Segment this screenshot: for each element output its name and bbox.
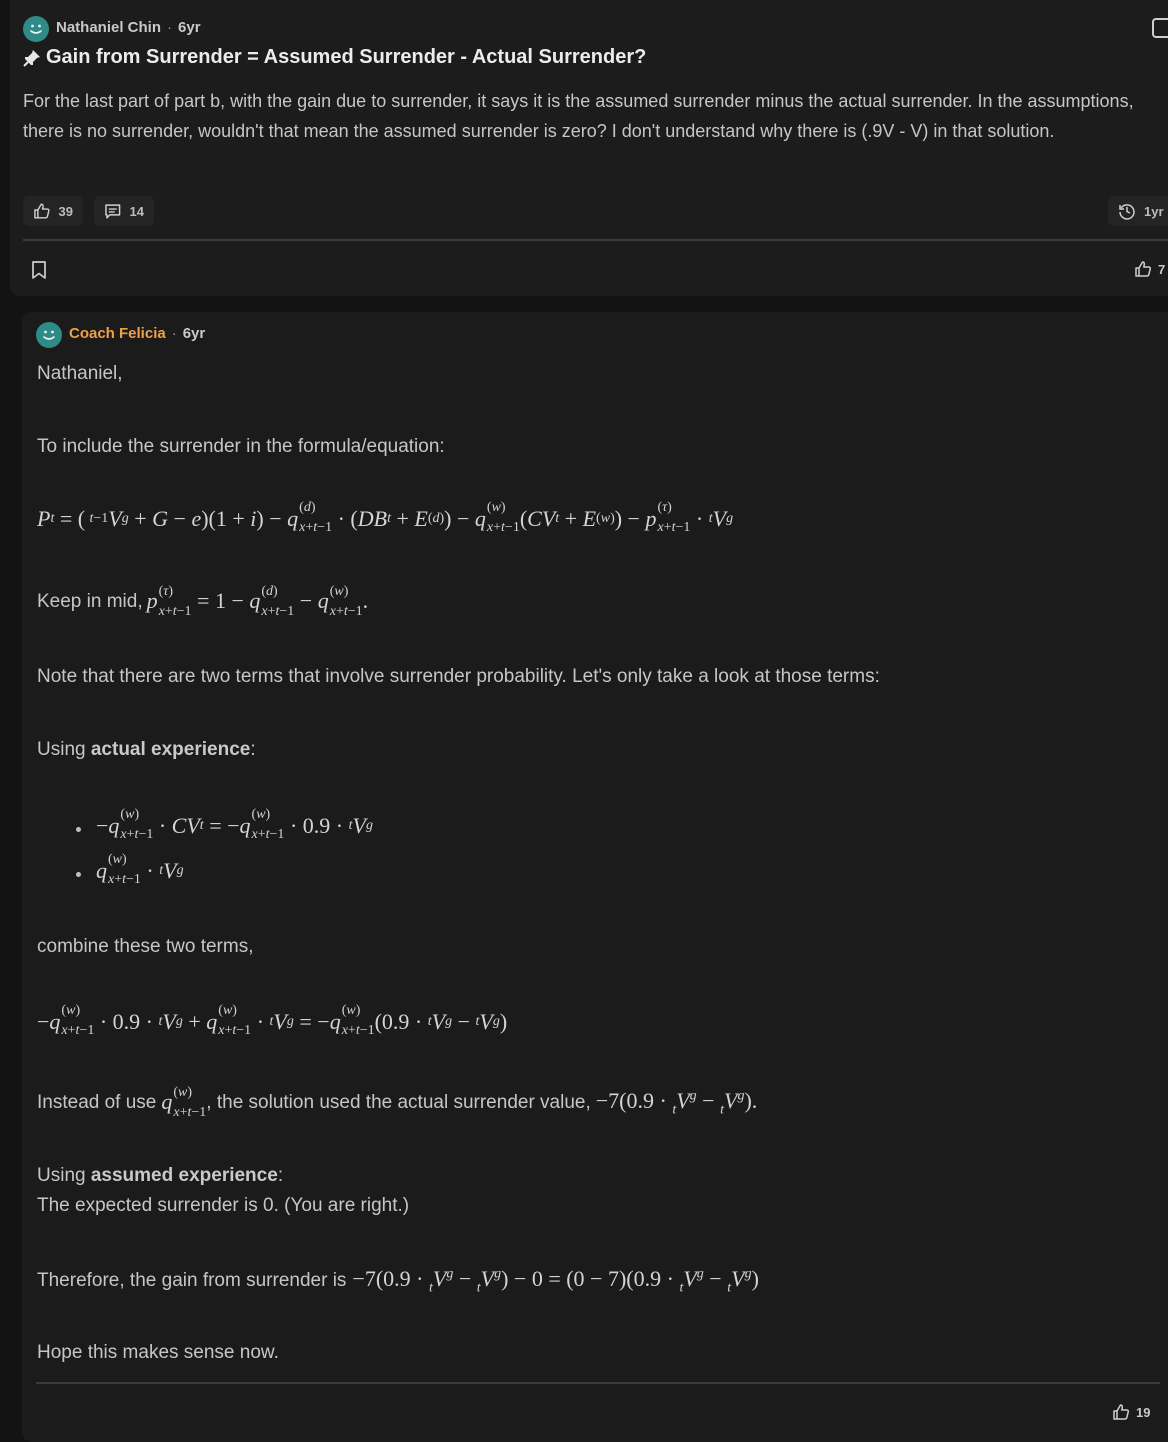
instead-prefix: Instead of use	[37, 1092, 157, 1114]
post-author-line: Nathaniel Chin · 6yr	[56, 19, 201, 36]
keep-in-mind-line: Keep in mid, p (τ) x+t−1 = 1 − q (d) x+t−1 −…	[37, 583, 369, 619]
therefore-label: Therefore, the gain from surrender is	[37, 1270, 347, 1292]
like-count: 39	[58, 203, 73, 219]
history-age: 1yr	[1144, 203, 1164, 219]
formula-bullet-1: − q (w) x+t−1 · CV t = − q (w) x+t−1 · 0.9 · tV…	[96, 807, 373, 842]
using-assumed-prefix: Using	[37, 1165, 86, 1186]
thumbs-up-icon	[34, 203, 50, 219]
reply-author-name[interactable]: Coach Felicia	[69, 325, 166, 342]
instead-line: Instead of use q (w) x+t−1, the solution u…	[37, 1084, 758, 1120]
smiley-avatar-icon	[43, 330, 55, 340]
history-button[interactable]: 1yr	[1108, 196, 1168, 226]
using-actual-prefix: Using	[37, 739, 86, 760]
comment-icon	[105, 204, 121, 219]
bullet-dot	[76, 827, 81, 832]
colon: :	[277, 1165, 284, 1186]
instead-suffix: , the solution used the actual surrender…	[206, 1092, 591, 1114]
separator-dot: ·	[171, 325, 177, 342]
expected-zero-text: The expected surrender is 0. (You are ri…	[37, 1195, 410, 1216]
formula-bullet-2: q (w) x+t−1 · tVg	[96, 852, 184, 887]
smiley-avatar-icon	[30, 24, 42, 34]
formula-qw: q (w) x+t−1	[161, 1084, 207, 1120]
bullet-dot	[76, 872, 81, 877]
bookmark-icon[interactable]	[30, 260, 48, 280]
reply-intro: To include the surrender in the formula/…	[37, 436, 445, 457]
thumbs-up-icon	[1113, 1404, 1130, 1420]
reply-author-line: Coach Felicia · 6yr	[69, 325, 205, 342]
formula-gain: −7(0.9 · tVg − tVg) − 0 = (0 − 7)(0.9 · …	[352, 1266, 759, 1296]
history-icon	[1119, 204, 1135, 220]
using-actual-bold: actual experience	[90, 739, 251, 760]
post-divider	[23, 239, 1168, 241]
pin-icon	[23, 49, 40, 67]
post-title-text: Gain from Surrender = Assumed Surrender …	[46, 46, 647, 68]
reply-note: Note that there are two terms that invol…	[37, 666, 880, 687]
formula-actual-surrender: −7(0.9 · tVg − tVg).	[595, 1088, 758, 1118]
comments-button[interactable]: 14	[94, 196, 154, 226]
formula-combined: − q (w) x+t−1 · 0.9 · tVg + q (w) x+t−1 · tVg…	[37, 1003, 508, 1038]
reply-greeting: Nathaniel,	[37, 363, 123, 384]
comment-count: 14	[129, 203, 144, 219]
separator-dot: ·	[167, 19, 173, 36]
coach-avatar[interactable]	[36, 322, 62, 348]
reply-divider	[36, 1382, 1160, 1384]
post-card	[10, 0, 1168, 296]
using-assumed-bold: assumed experience	[90, 1165, 278, 1186]
using-assumed-line: Using assumed experience:	[37, 1165, 283, 1187]
colon: :	[250, 739, 256, 760]
post-footer-like-button[interactable]: 7	[1134, 260, 1165, 278]
reply-like-button[interactable]: 19	[1112, 1403, 1150, 1421]
formula-survival: p (τ) x+t−1 = 1 − q (d) x+t−1 − q (w) x+t−1.	[146, 583, 369, 619]
thumbs-up-icon	[1135, 261, 1152, 277]
footer-like-count: 7	[1158, 261, 1166, 277]
reply-like-count: 19	[1136, 1404, 1151, 1420]
like-button[interactable]: 39	[23, 196, 83, 226]
keep-in-mind-label: Keep in mid,	[37, 591, 143, 613]
using-actual-line: Using actual experience:	[37, 739, 256, 761]
post-body: For the last part of part b, with the ga…	[23, 91, 1134, 141]
reply-age: 6yr	[182, 325, 206, 342]
author-avatar[interactable]	[23, 16, 49, 42]
post-author-name[interactable]: Nathaniel Chin	[56, 19, 161, 36]
therefore-line: Therefore, the gain from surrender is −7…	[37, 1266, 759, 1296]
post-title: Gain from Surrender = Assumed Surrender …	[22, 46, 646, 69]
formula-profit: Pt = ( t−1 Vg + G − e)(1 + i) − q (d) x+t−1…	[37, 500, 734, 535]
closing-text: Hope this makes sense now.	[37, 1342, 279, 1363]
flag-icon[interactable]	[1152, 18, 1168, 38]
combine-text: combine these two terms,	[37, 936, 254, 957]
post-age: 6yr	[178, 19, 201, 36]
